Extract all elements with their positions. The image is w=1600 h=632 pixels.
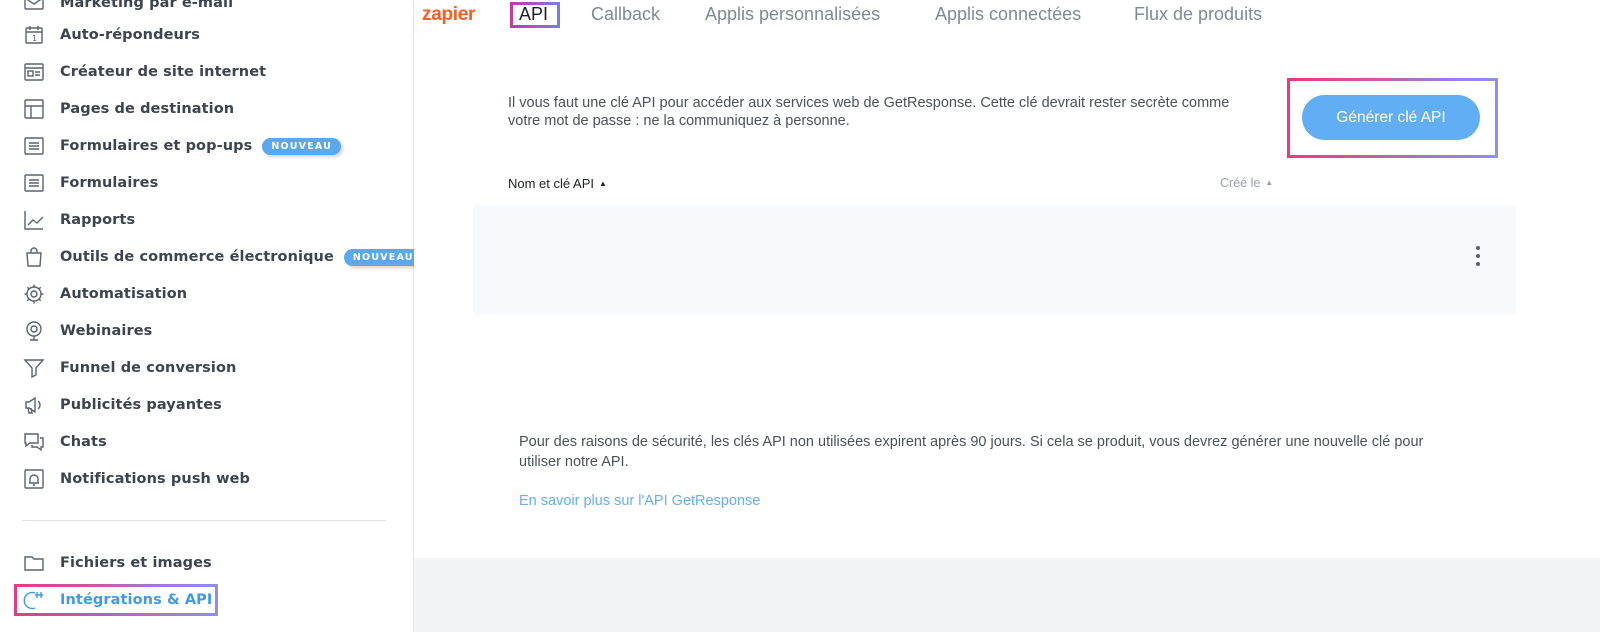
sidebar-item-label: Chats: [60, 434, 107, 450]
calendar-icon: 1: [22, 23, 46, 47]
form-icon: [22, 171, 46, 195]
sidebar-item-paid-ads[interactable]: Publicités payantes: [22, 390, 222, 420]
bell-icon: [22, 467, 46, 491]
tab-custom-apps[interactable]: Applis personnalisées: [705, 4, 880, 25]
sidebar-item-forms[interactable]: Formulaires: [22, 168, 158, 198]
column-header-name-key[interactable]: Nom et clé API ▲: [508, 176, 607, 191]
sidebar-item-integrations-api[interactable]: Intégrations & API: [22, 585, 212, 615]
learn-more-link[interactable]: En savoir plus sur l'API GetResponse: [519, 493, 760, 509]
sidebar-item-label: Outils de commerce électronique: [60, 249, 334, 265]
sidebar-item-automation[interactable]: Automatisation: [22, 279, 187, 309]
table-row: [473, 205, 1516, 315]
sort-up-icon: ▲: [1265, 178, 1274, 187]
shopping-bag-icon: [22, 245, 46, 269]
svg-text:1: 1: [32, 34, 37, 43]
new-badge: NOUVEAU: [343, 248, 423, 266]
webcam-icon: [22, 319, 46, 343]
tab-zapier[interactable]: zapier: [422, 4, 475, 26]
sidebar-item-landing-pages[interactable]: Pages de destination: [22, 94, 234, 124]
sidebar-item-label: Auto-répondeurs: [60, 27, 200, 43]
integration-tabs: zapier API Callback Applis personnalisée…: [414, 0, 1600, 34]
sidebar-item-label: Formulaires et pop-ups: [60, 138, 253, 154]
chart-icon: [22, 208, 46, 232]
more-options-icon[interactable]: [1470, 244, 1486, 268]
sidebar-item-label: Rapports: [60, 212, 136, 228]
sidebar-item-label: Fichiers et images: [60, 555, 212, 571]
generate-api-key-button[interactable]: Générer clé API: [1302, 95, 1480, 140]
sidebar-item-forms-popups[interactable]: Formulaires et pop-ups NOUVEAU: [22, 131, 342, 161]
sidebar-item-email-marketing[interactable]: Marketing par e-mail: [22, 0, 233, 18]
api-intro-text: Il vous faut une clé API pour accéder au…: [508, 95, 1230, 129]
website-icon: [22, 60, 46, 84]
sidebar-item-label: Webinaires: [60, 323, 153, 339]
chat-icon: [22, 430, 46, 454]
gear-icon: [22, 282, 46, 306]
sidebar-item-label: Intégrations & API: [60, 592, 213, 608]
tab-product-feeds[interactable]: Flux de produits: [1134, 4, 1262, 25]
sidebar-item-website-builder[interactable]: Créateur de site internet: [22, 57, 266, 87]
sidebar-item-label: Pages de destination: [60, 101, 235, 117]
sidebar-item-label: Automatisation: [60, 286, 188, 302]
sidebar-item-label: Funnel de conversion: [60, 360, 237, 376]
sidebar-item-label: Publicités payantes: [60, 397, 222, 413]
tab-api[interactable]: API: [519, 4, 548, 25]
sidebar-item-autoresponders[interactable]: 1 Auto-répondeurs: [22, 20, 200, 50]
tab-callback[interactable]: Callback: [591, 4, 660, 25]
email-icon: [22, 0, 46, 15]
column-header-created[interactable]: Créé le ▲: [1220, 176, 1273, 190]
sidebar-item-chats[interactable]: Chats: [22, 427, 107, 457]
sidebar-item-funnel[interactable]: Funnel de conversion: [22, 353, 236, 383]
sidebar-item-label: Marketing par e-mail: [60, 0, 234, 11]
sort-up-icon: ▲: [598, 179, 607, 188]
sidebar-divider: [22, 520, 386, 521]
folder-icon: [22, 551, 46, 575]
sidebar-item-webinars[interactable]: Webinaires: [22, 316, 152, 346]
sidebar-item-files-images[interactable]: Fichiers et images: [22, 548, 212, 578]
megaphone-icon: [22, 393, 46, 417]
layout-icon: [22, 97, 46, 121]
sidebar-item-web-push[interactable]: Notifications push web: [22, 464, 250, 494]
tab-connected-apps[interactable]: Applis connectées: [935, 4, 1081, 25]
form-icon: [22, 134, 46, 158]
column-header-label: Créé le: [1220, 176, 1261, 190]
sidebar-item-ecommerce[interactable]: Outils de commerce électronique NOUVEAU: [22, 242, 423, 272]
new-badge: NOUVEAU: [262, 137, 342, 155]
sidebar-item-label: Créateur de site internet: [60, 64, 267, 80]
sidebar-item-label: Formulaires: [60, 175, 159, 191]
funnel-icon: [22, 356, 46, 380]
column-header-label: Nom et clé API: [508, 176, 594, 191]
footer-area: [414, 558, 1600, 632]
sidebar-item-label: Notifications push web: [60, 471, 251, 487]
security-note: Pour des raisons de sécurité, les clés A…: [519, 434, 1424, 470]
sidebar: Marketing par e-mail 1 Auto-répondeurs C…: [0, 0, 423, 632]
sidebar-item-reports[interactable]: Rapports: [22, 205, 135, 235]
plug-icon: [22, 588, 46, 612]
